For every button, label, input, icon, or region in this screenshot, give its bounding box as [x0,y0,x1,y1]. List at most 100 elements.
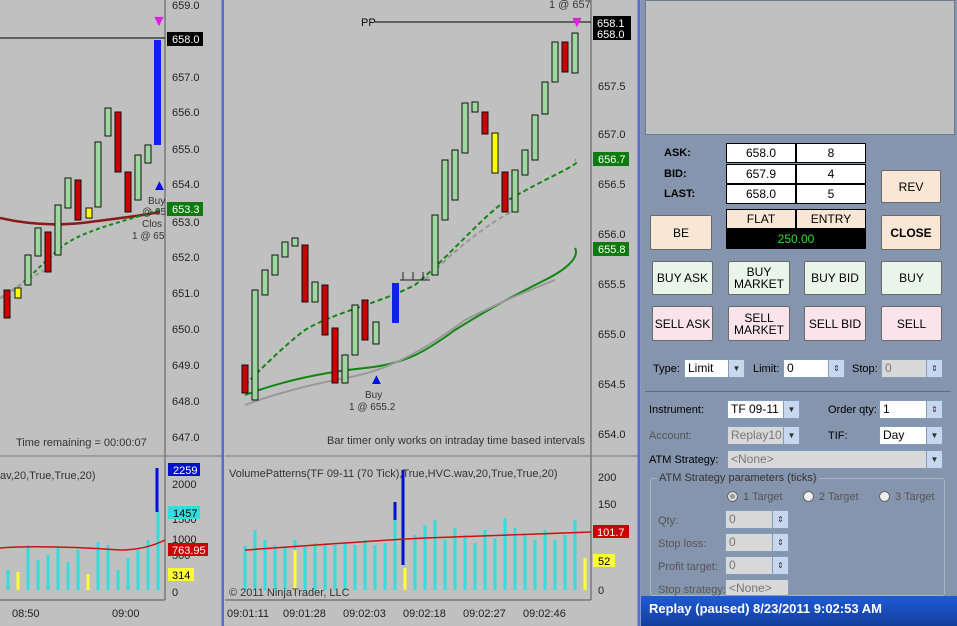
target-1-label: 1 Target [743,491,783,503]
volume-tag: 1457 [173,508,197,520]
buy-bid-button[interactable]: BUY BID [804,261,866,295]
instrument-label: Instrument: [649,404,705,416]
order-label: Clos [142,219,162,230]
target-1-radio[interactable] [727,491,738,502]
qty-input[interactable]: 0 ⇕ [725,510,789,529]
limit-value: 0 [787,361,794,375]
order-label: Buy [148,196,165,207]
last-label: LAST: [664,188,696,200]
buy-market-button[interactable]: BUY MARKET [728,261,790,295]
down-arrow-icon: ▼ [151,13,167,30]
tif-select[interactable]: Day ▼ [879,426,943,445]
bid-label: BID: [664,168,687,180]
chevron-down-icon: ▼ [926,451,942,468]
stop-input[interactable]: 0 ⇕ [881,359,943,378]
sell-bid-button[interactable]: SELL BID [804,306,866,341]
order-label: Buy [365,390,382,401]
spinner-icon: ⇕ [772,534,788,551]
order-label: 1 @ 65 [132,231,165,242]
instrument-select[interactable]: TF 09-11 ▼ [727,400,800,419]
stop-strategy-select[interactable]: <None> [725,579,789,596]
target-3-radio[interactable] [879,491,890,502]
profit-target-value: 0 [729,558,736,572]
bid-size: 4 [796,164,866,184]
price-tick: 650.0 [172,324,200,336]
volume-tick: 200 [598,472,616,484]
spinner-icon: ⇕ [926,360,942,377]
price-tick: 656.0 [172,107,200,119]
buy-button[interactable]: BUY [881,261,942,295]
price-tick: 656.5 [598,179,626,191]
buy-arrow-icon: ▲ [152,177,167,194]
spinner-icon: ⇕ [772,557,788,574]
type-select[interactable]: Limit ▼ [684,359,745,378]
limit-label: Limit: [753,363,780,375]
limit-input[interactable]: 0 ⇕ [783,359,845,378]
volume-tick: 0 [172,587,178,599]
be-button[interactable]: BE [650,215,712,250]
time-tick: 09:02:27 [463,608,506,620]
volume-title: av,20,True,True,20) [0,470,96,482]
stop-loss-input[interactable]: 0 ⇕ [725,533,789,552]
target-2-label: 2 Target [819,491,859,503]
volume-tag: 101.7 [597,527,625,539]
order-qty-input[interactable]: 1 ⇕ [879,400,943,419]
price-tick: 654.5 [598,379,626,391]
rev-button[interactable]: REV [881,170,941,203]
account-label: Account: [649,430,692,442]
left-chart[interactable]: 659.0 657.0 656.0 655.0 654.0 653.0 652.… [0,0,224,626]
ask-size: 8 [796,143,866,163]
sell-market-button[interactable]: SELL MARKET [728,306,790,341]
volume-tag: 314 [172,570,190,582]
buy-ask-button[interactable]: BUY ASK [652,261,713,295]
copyright: © 2011 NinjaTrader, LLC [229,587,350,599]
ask-price: 658.0 [726,143,796,163]
qty-value: 0 [729,512,736,526]
type-label: Type: [653,363,680,375]
atm-strategy-select[interactable]: <None> ▼ [727,450,943,469]
time-tick: 09:02:18 [403,608,446,620]
chevron-down-icon: ▼ [728,360,744,377]
time-tick: 09:00 [112,608,140,620]
price-tick: 656.0 [598,229,626,241]
instrument-value: TF 09-11 [731,402,779,416]
chevron-down-icon: ▼ [783,401,799,418]
pivot-label: PP [361,17,376,29]
price-tick: 657.0 [598,129,626,141]
tif-value: Day [883,428,905,442]
replay-status-text: Replay (paused) 8/23/2011 9:02:53 AM [649,601,882,616]
order-label: @ 65 [142,207,166,218]
price-tick: 651.0 [172,288,200,300]
sell-ask-button[interactable]: SELL ASK [652,306,713,341]
position-status: FLAT [726,209,796,229]
live-candle [154,40,161,145]
last-price: 658.0 [726,184,796,204]
volume-title: VolumePatterns(TF 09-11 (70 Tick),True,H… [229,468,558,480]
bid-price: 657.9 [726,164,796,184]
price-tick: 647.0 [172,432,200,444]
order-qty-label: Order qty: [828,404,877,416]
right-chart[interactable]: 657.5 657.0 656.5 656.0 655.5 655.0 654.… [225,0,641,626]
sell-button[interactable]: SELL [881,306,942,341]
price-tick: 648.0 [172,396,200,408]
chevron-down-icon: ▼ [926,427,942,444]
price-tick: 655.0 [172,144,200,156]
type-value: Limit [688,361,714,375]
spinner-icon: ⇕ [926,401,942,418]
account-select[interactable]: Replay101 ▼ [727,426,800,445]
price-tick: 654.0 [172,179,200,191]
pnl-display: 250.00 [726,229,866,249]
time-remaining-label: Time remaining = 00:00:07 [16,437,147,449]
profit-target-input[interactable]: 0 ⇕ [725,556,789,575]
time-tick: 08:50 [12,608,40,620]
target-2-radio[interactable] [803,491,814,502]
down-arrow-icon: ▼ [569,14,585,31]
volume-tick: 2000 [172,479,196,491]
volume-tick: 0 [598,585,604,597]
replay-status-bar: Replay (paused) 8/23/2011 9:02:53 AM [641,596,957,626]
close-button[interactable]: CLOSE [881,215,941,250]
stop-label: Stop: [852,363,878,375]
stop-loss-label: Stop loss: [658,538,707,550]
time-tick: 09:01:11 [227,608,269,620]
order-qty-value: 1 [883,402,890,416]
